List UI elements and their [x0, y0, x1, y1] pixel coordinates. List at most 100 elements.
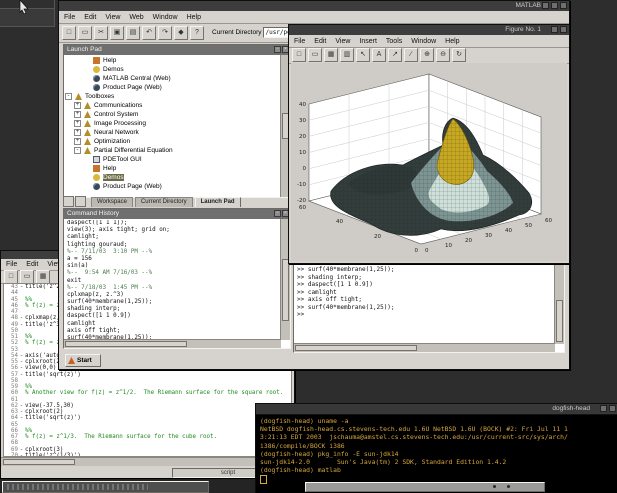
- dock-tab[interactable]: Workspace: [91, 197, 133, 207]
- history-line[interactable]: view(3); axis tight; grid on;: [67, 227, 281, 234]
- history-line[interactable]: exit: [67, 278, 281, 285]
- arrow-annotation-icon[interactable]: ↗: [388, 48, 402, 62]
- zoom-out-icon[interactable]: ⊖: [436, 48, 450, 62]
- launchpad-tree-item[interactable]: PDETool GUI: [83, 155, 281, 164]
- tree-expander-icon[interactable]: +: [74, 111, 81, 118]
- tree-expander-icon[interactable]: [83, 75, 90, 82]
- terminal-output[interactable]: (dogfish-head) uname -aNetBSD dogfish-he…: [260, 417, 616, 492]
- copy-icon[interactable]: ▣: [110, 26, 124, 40]
- history-line[interactable]: daspect([1 1 0.9]): [67, 313, 281, 320]
- launchpad-tree-item[interactable]: Help: [83, 56, 281, 65]
- tree-expander-icon[interactable]: [83, 57, 90, 64]
- start-button[interactable]: Start: [65, 354, 101, 367]
- command-window-hscrollbar[interactable]: [294, 343, 555, 352]
- minimize-button[interactable]: [551, 26, 558, 33]
- save-icon[interactable]: ▦: [36, 270, 50, 284]
- new-file-icon[interactable]: □: [4, 270, 18, 284]
- tree-expander-icon[interactable]: [83, 66, 90, 73]
- launchpad-tree-item[interactable]: Product Page (Web): [83, 182, 281, 191]
- help-icon[interactable]: ?: [190, 26, 204, 40]
- desktop-pager[interactable]: [305, 482, 545, 492]
- history-line[interactable]: shading interp;: [67, 306, 281, 313]
- menu-item[interactable]: View: [105, 14, 120, 21]
- dock-icon[interactable]: ▫: [274, 46, 281, 53]
- menu-item[interactable]: View: [335, 38, 350, 45]
- menu-item[interactable]: Edit: [26, 261, 38, 268]
- new-figure-icon[interactable]: □: [292, 48, 306, 62]
- open-icon[interactable]: ▭: [308, 48, 322, 62]
- dock-icon[interactable]: ▫: [274, 210, 281, 217]
- close-button[interactable]: [560, 26, 567, 33]
- redo-icon[interactable]: ↷: [158, 26, 172, 40]
- history-line[interactable]: a = 156: [67, 256, 281, 263]
- launchpad-tree-item[interactable]: + Optimization: [74, 137, 281, 146]
- menu-item[interactable]: Edit: [84, 14, 96, 21]
- history-line[interactable]: camlight;: [67, 234, 281, 241]
- text-annotation-icon[interactable]: A: [372, 48, 386, 62]
- editor-hscrollbar[interactable]: [1, 457, 294, 466]
- history-line[interactable]: %-- 7/18/03 1:45 PM --%: [67, 285, 281, 292]
- history-hscrollbar[interactable]: [64, 339, 281, 348]
- tree-expander-icon[interactable]: +: [74, 129, 81, 136]
- history-line[interactable]: %-- 9:54 AM 7/16/03 --%: [67, 270, 281, 277]
- command-history-list[interactable]: daspect([1 1 1]);view(3); axis tight; gr…: [65, 220, 281, 340]
- launchpad-tree-item[interactable]: - Partial Differential Equation: [74, 146, 281, 155]
- tree-expander-icon[interactable]: [83, 174, 90, 181]
- tree-expander-icon[interactable]: +: [74, 102, 81, 109]
- launchpad-tree-item[interactable]: Help: [83, 164, 281, 173]
- history-line[interactable]: %-- 7/11/03 3:10 PM --%: [67, 249, 281, 256]
- save-icon[interactable]: ▦: [324, 48, 338, 62]
- history-line[interactable]: surf(40*membrane(1,25));: [67, 299, 281, 306]
- launchpad-header[interactable]: Launch Pad ▫ ×: [64, 45, 290, 55]
- history-line[interactable]: daspect([1 1 1]);: [67, 220, 281, 227]
- command-history-header[interactable]: Command History ▫ ×: [64, 209, 290, 219]
- paste-icon[interactable]: ▤: [126, 26, 140, 40]
- dock-mini-button[interactable]: [75, 196, 86, 207]
- menu-item[interactable]: Insert: [359, 38, 377, 45]
- launchpad-tree-item[interactable]: MATLAB Central (Web): [83, 74, 281, 83]
- minimize-button[interactable]: [542, 2, 549, 9]
- line-annotation-icon[interactable]: ∕: [404, 48, 418, 62]
- dock-tab[interactable]: Launch Pad: [195, 197, 241, 207]
- history-line[interactable]: cplxmap(z, z.^3): [67, 292, 281, 299]
- open-file-icon[interactable]: ▭: [20, 270, 34, 284]
- tree-expander-icon[interactable]: [83, 183, 90, 190]
- menu-item[interactable]: Help: [445, 38, 459, 45]
- taskbar-window-button[interactable]: [2, 481, 209, 493]
- menu-item[interactable]: File: [294, 38, 305, 45]
- print-icon[interactable]: ▥: [340, 48, 354, 62]
- dock-tab[interactable]: Current Directory: [135, 197, 193, 207]
- tree-expander-icon[interactable]: [83, 84, 90, 91]
- menu-item[interactable]: Window: [153, 14, 178, 21]
- minimize-button[interactable]: [600, 405, 607, 412]
- launchpad-tree-item[interactable]: - Toolboxes: [65, 92, 281, 101]
- launchpad-tree-item[interactable]: + Communications: [74, 101, 281, 110]
- launchpad-tree-item[interactable]: Product Page (Web): [83, 83, 281, 92]
- history-line[interactable]: camlight: [67, 321, 281, 328]
- close-button[interactable]: [560, 2, 567, 9]
- launchpad-tree-item[interactable]: Demos: [83, 65, 281, 74]
- figure-plot-area[interactable]: 40 30 20 10 0 -10 -20 0 10 20 30 40 50 6…: [291, 63, 567, 261]
- maximize-button[interactable]: [551, 2, 558, 9]
- tree-expander-icon[interactable]: -: [74, 147, 81, 154]
- pointer-icon[interactable]: ↖: [356, 48, 370, 62]
- menu-item[interactable]: Web: [129, 14, 143, 21]
- new-file-icon[interactable]: □: [62, 26, 76, 40]
- menu-item[interactable]: File: [64, 14, 75, 21]
- rotate3d-icon[interactable]: ↻: [452, 48, 466, 62]
- history-line[interactable]: axis off tight;: [67, 328, 281, 335]
- open-file-icon[interactable]: ▭: [78, 26, 92, 40]
- launchpad-tree-item[interactable]: + Image Processing: [74, 119, 281, 128]
- tree-expander-icon[interactable]: -: [65, 93, 72, 100]
- menu-item[interactable]: Window: [411, 38, 436, 45]
- menu-item[interactable]: Edit: [314, 38, 326, 45]
- tree-expander-icon[interactable]: [83, 156, 90, 163]
- menu-item[interactable]: File: [6, 261, 17, 268]
- launchpad-tree-item[interactable]: + Neural Network: [74, 128, 281, 137]
- menu-item[interactable]: Help: [187, 14, 201, 21]
- tree-expander-icon[interactable]: [83, 165, 90, 172]
- terminal-titlebar[interactable]: dogfish-head: [256, 404, 617, 415]
- tree-expander-icon[interactable]: +: [74, 120, 81, 127]
- tree-expander-icon[interactable]: +: [74, 138, 81, 145]
- close-button[interactable]: [609, 405, 616, 412]
